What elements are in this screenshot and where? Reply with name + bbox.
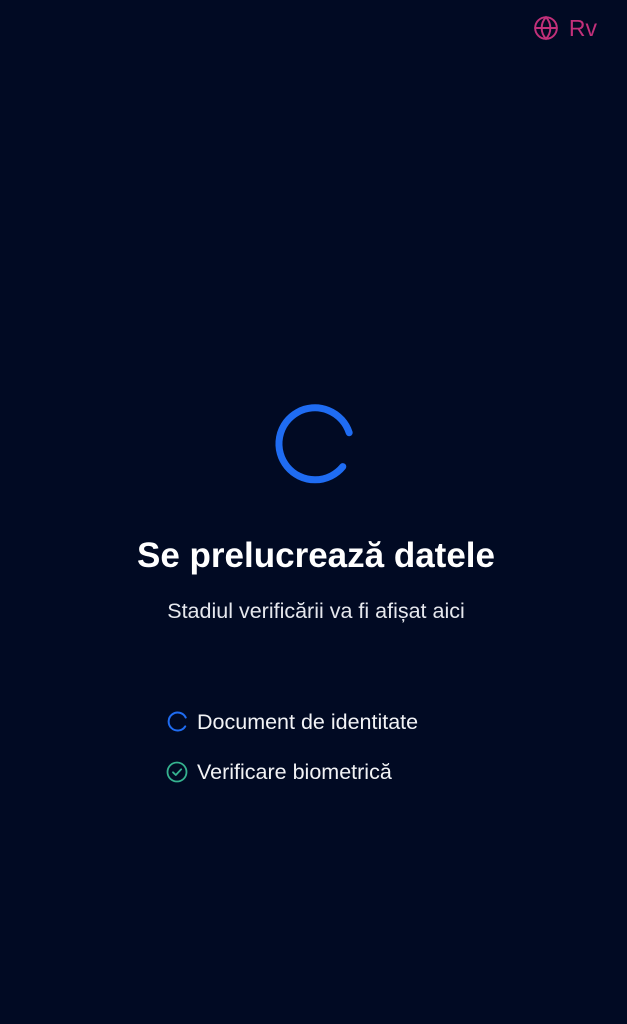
page-subtitle: Stadiul verificării va fi afișat aici	[167, 599, 465, 623]
loading-spinner-icon	[167, 711, 187, 732]
language-switcher[interactable]: Rv	[533, 14, 597, 42]
check-circle-icon	[166, 761, 188, 783]
loading-spinner	[273, 403, 357, 487]
verification-steps-list: Document de identitate Verificare biomet…	[166, 706, 418, 806]
loading-spinner-icon	[275, 404, 353, 484]
step-label: Document de identitate	[197, 710, 419, 734]
page-title: Se prelucrează datele	[137, 536, 495, 575]
step-label: Verificare biometrică	[197, 760, 392, 784]
step-identity-document: Document de identitate	[166, 706, 418, 738]
globe-icon	[534, 15, 558, 41]
step-biometric-verification: Verificare biometrică	[166, 756, 418, 788]
language-label: Rv	[568, 15, 597, 41]
